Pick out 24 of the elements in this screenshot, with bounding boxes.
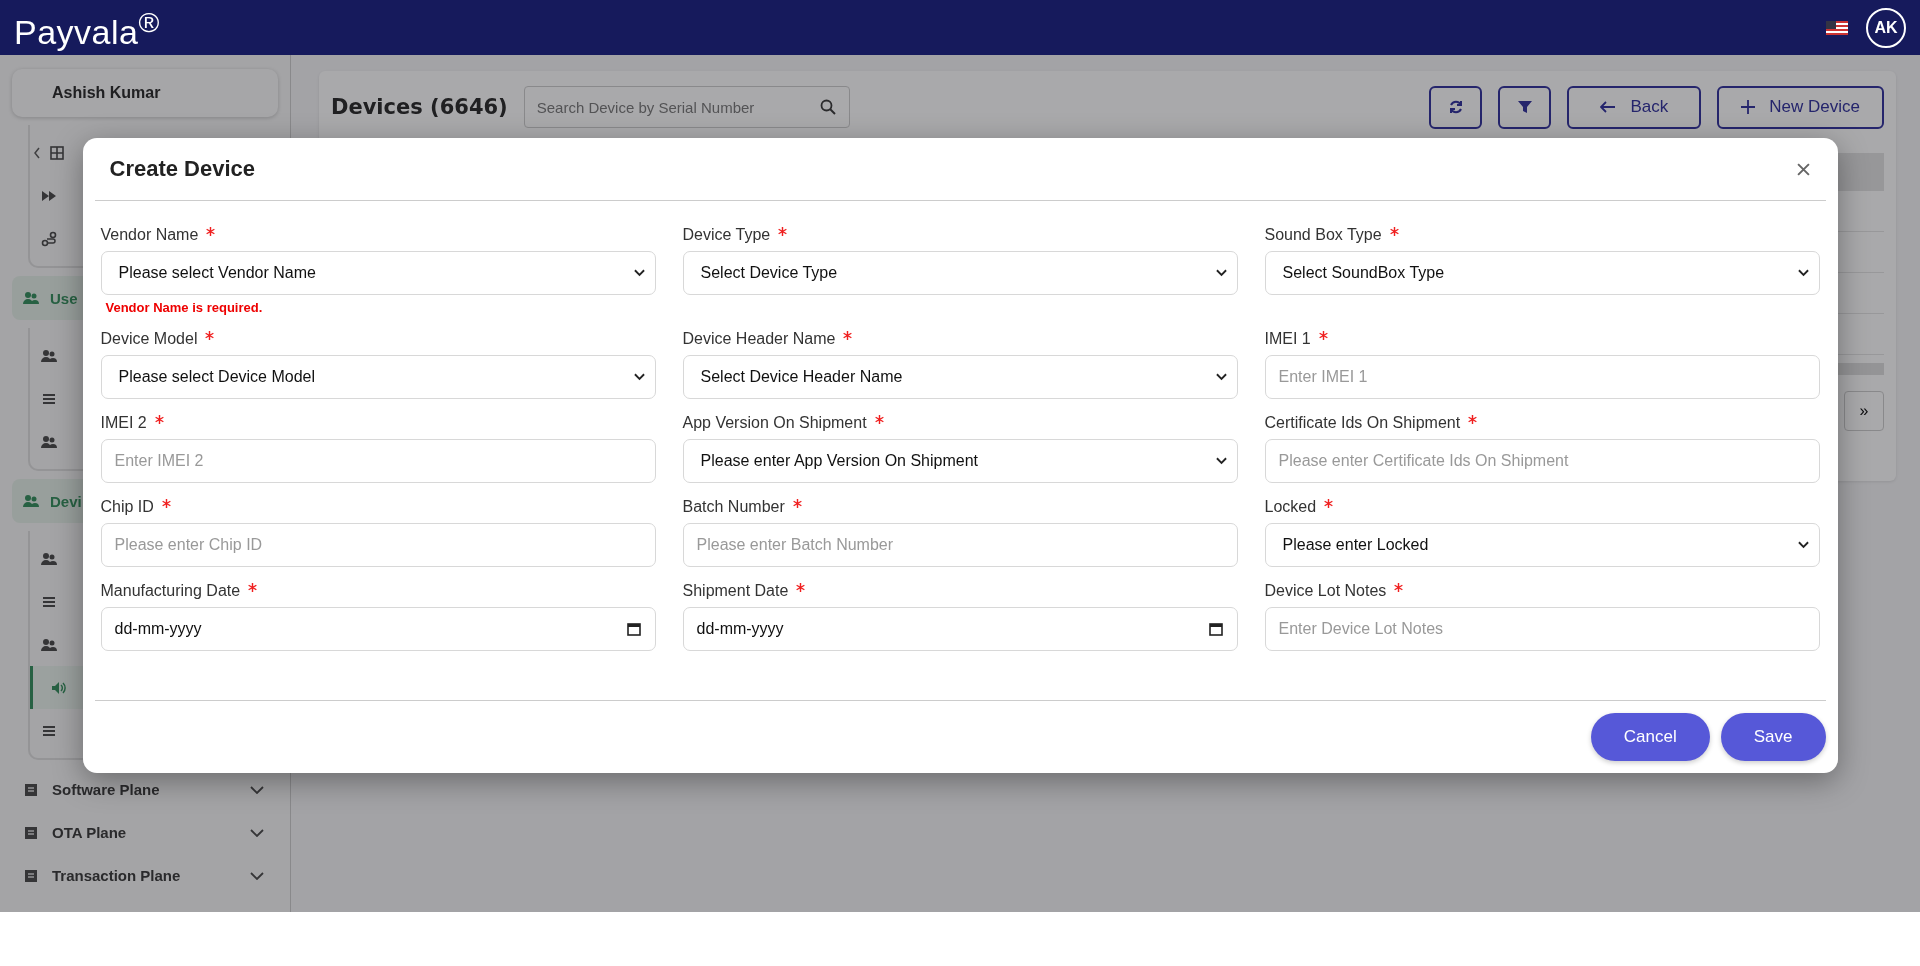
sidebar-item-label: Transaction Plane bbox=[52, 867, 182, 884]
field-label: Sound Box Type bbox=[1264, 226, 1382, 244]
sidebar-item-label: OTA Plane bbox=[52, 824, 128, 841]
field-label: Device Type bbox=[682, 226, 771, 244]
field-label: Device Header Name bbox=[682, 330, 836, 348]
field-label: Certificate Ids On Shipment bbox=[1264, 414, 1461, 432]
field-label: Shipment Date bbox=[682, 582, 789, 600]
field-label: Device Lot Notes bbox=[1264, 582, 1387, 600]
sidebar-item-label: Software Plane bbox=[52, 781, 161, 798]
field-label: Vendor Name bbox=[100, 226, 199, 244]
field-label: App Version On Shipment bbox=[682, 414, 867, 432]
section-label: Devi bbox=[50, 492, 82, 510]
section-label: Use bbox=[50, 289, 78, 307]
field-label: Locked bbox=[1264, 498, 1317, 516]
field-label: IMEI 1 bbox=[1264, 330, 1311, 348]
error-message: Vendor Name is required. bbox=[105, 300, 264, 315]
field-label: IMEI 2 bbox=[100, 414, 147, 432]
page-title: Devices (6646) bbox=[331, 95, 508, 119]
field-label: Batch Number bbox=[682, 498, 785, 516]
dialog-title: Create Device bbox=[109, 156, 256, 182]
field-label: Device Model bbox=[100, 330, 198, 348]
field-label: Manufacturing Date bbox=[100, 582, 241, 600]
logo: Payvala$^{®}$ bbox=[14, 5, 160, 53]
field-label: Chip ID bbox=[100, 498, 154, 516]
